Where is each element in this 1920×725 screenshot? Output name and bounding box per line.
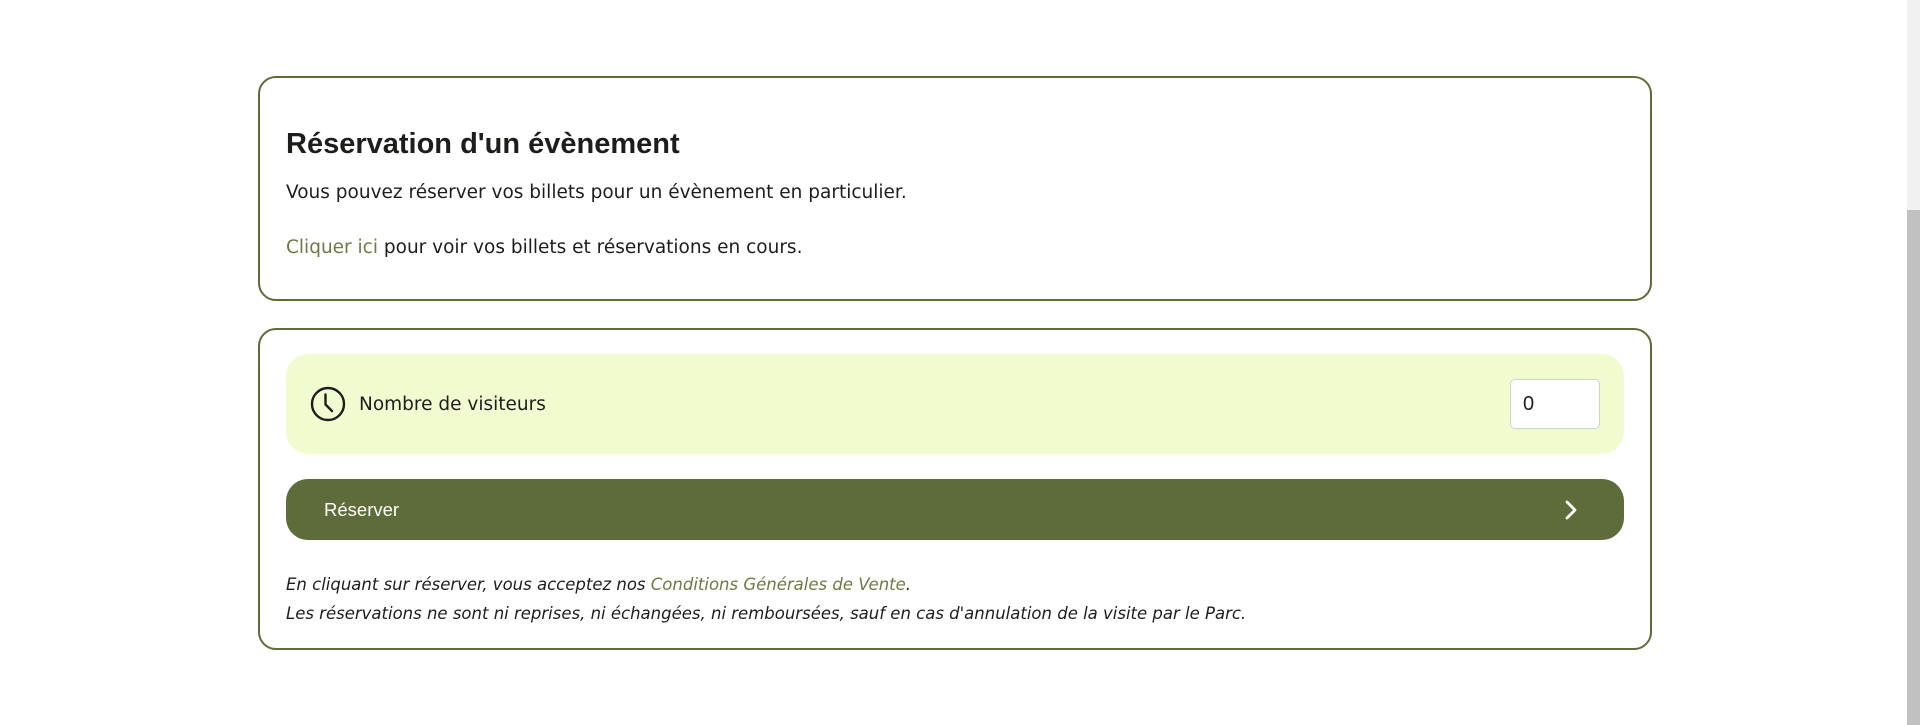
terms-link[interactable]: Conditions Générales de Vente	[651, 575, 906, 594]
clock-icon	[310, 386, 346, 422]
scrollbar[interactable]	[1907, 0, 1920, 725]
tickets-link-text: Cliquer ici pour voir vos billets et rés…	[286, 235, 1624, 261]
visitors-count-input[interactable]	[1510, 379, 1600, 429]
intro-text: Vous pouvez réserver vos billets pour un…	[286, 182, 907, 203]
page-title: Réservation d'un évènement	[286, 128, 680, 160]
refund-policy-text: Les réservations ne sont ni reprises, ni…	[286, 604, 1247, 623]
terms-line: En cliquant sur réserver, vous acceptez …	[286, 570, 1624, 599]
reserve-button-label: Réserver	[324, 498, 400, 520]
chevron-right-icon	[1565, 500, 1577, 520]
visitors-row: Nombre de visiteurs	[286, 354, 1624, 454]
event-info-card: Réservation d'un évènement Vous pouvez r…	[258, 76, 1652, 301]
legal-notice: En cliquant sur réserver, vous acceptez …	[286, 570, 1624, 628]
terms-prefix: En cliquant sur réserver, vous acceptez …	[286, 575, 651, 594]
scrollbar-thumb[interactable]	[1907, 210, 1920, 725]
terms-suffix: .	[905, 575, 912, 594]
tickets-link-suffix: pour voir vos billets et réservations en…	[378, 237, 803, 258]
reserve-button[interactable]: Réserver	[286, 479, 1624, 540]
booking-card: Nombre de visiteurs Réserver En cliquant…	[258, 328, 1652, 650]
tickets-link[interactable]: Cliquer ici	[286, 237, 378, 258]
page: Réservation d'un évènement Vous pouvez r…	[0, 0, 1920, 725]
visitors-label: Nombre de visiteurs	[359, 393, 546, 415]
